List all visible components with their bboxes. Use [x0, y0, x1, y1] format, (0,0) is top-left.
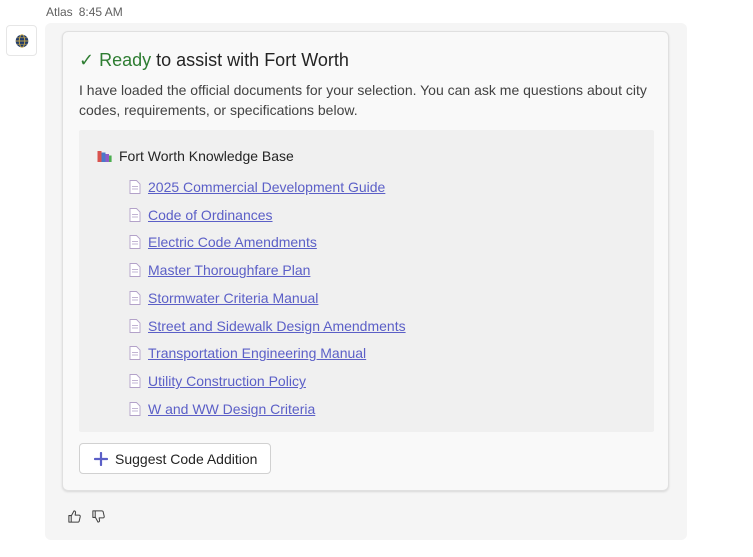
document-item: 2025 Commercial Development Guide	[129, 173, 406, 201]
document-link[interactable]: Transportation Engineering Manual	[148, 345, 366, 361]
document-link[interactable]: Electric Code Amendments	[148, 234, 317, 250]
document-item: W and WW Design Criteria	[129, 395, 406, 423]
document-icon	[129, 179, 141, 194]
document-icon	[129, 401, 141, 416]
document-item: Utility Construction Policy	[129, 367, 406, 395]
suggest-button-label: Suggest Code Addition	[115, 450, 258, 467]
feedback-reactions	[65, 507, 107, 525]
card-title: ✓ Ready to assist with Fort Worth	[79, 50, 349, 71]
card-description: I have loaded the official documents for…	[79, 82, 647, 118]
ready-label: Ready	[99, 50, 152, 70]
check-icon: ✓	[79, 50, 95, 70]
card-title-rest: to assist with Fort Worth	[156, 50, 349, 70]
document-icon	[129, 290, 141, 305]
thumbs-down-icon	[91, 509, 105, 523]
document-list: 2025 Commercial Development Guide Code o…	[129, 173, 406, 423]
document-link[interactable]: Master Thoroughfare Plan	[148, 262, 310, 278]
globe-icon	[15, 33, 28, 48]
suggest-code-addition-button[interactable]: Suggest Code Addition	[79, 443, 272, 474]
knowledge-base-title: Fort Worth Knowledge Base	[119, 148, 294, 164]
document-link[interactable]: Street and Sidewalk Design Amendments	[148, 318, 406, 334]
message-time: 8:45 AM	[78, 5, 123, 19]
document-link[interactable]: Stormwater Criteria Manual	[148, 290, 318, 306]
document-link[interactable]: W and WW Design Criteria	[148, 401, 315, 417]
document-link[interactable]: Code of Ordinances	[148, 207, 273, 223]
document-link[interactable]: 2025 Commercial Development Guide	[148, 179, 385, 195]
books-icon	[97, 150, 112, 162]
adaptive-card: ✓ Ready to assist with Fort Worth I have…	[62, 31, 669, 491]
plus-icon	[94, 451, 108, 466]
document-item: Transportation Engineering Manual	[129, 340, 406, 368]
document-icon	[129, 235, 141, 250]
thumbs-down-button[interactable]	[89, 507, 107, 525]
document-icon	[129, 263, 141, 278]
message-meta: Atlas 8:45 AM	[46, 5, 123, 19]
sender-name: Atlas	[46, 5, 73, 19]
document-item: Master Thoroughfare Plan	[129, 256, 406, 284]
document-item: Street and Sidewalk Design Amendments	[129, 312, 406, 340]
document-link[interactable]: Utility Construction Policy	[148, 373, 306, 389]
thumbs-up-button[interactable]	[65, 507, 83, 525]
document-icon	[129, 207, 141, 222]
thumbs-up-icon	[67, 509, 81, 523]
document-item: Code of Ordinances	[129, 201, 406, 229]
knowledge-base-panel: Fort Worth Knowledge Base 2025 Commercia…	[79, 130, 654, 432]
document-icon	[129, 374, 141, 389]
document-item: Stormwater Criteria Manual	[129, 284, 406, 312]
bot-avatar[interactable]	[6, 25, 37, 56]
document-icon	[129, 346, 141, 361]
message-bubble: ✓ Ready to assist with Fort Worth I have…	[45, 23, 687, 540]
document-icon	[129, 318, 141, 333]
knowledge-base-header: Fort Worth Knowledge Base	[97, 148, 294, 164]
document-item: Electric Code Amendments	[129, 229, 406, 257]
